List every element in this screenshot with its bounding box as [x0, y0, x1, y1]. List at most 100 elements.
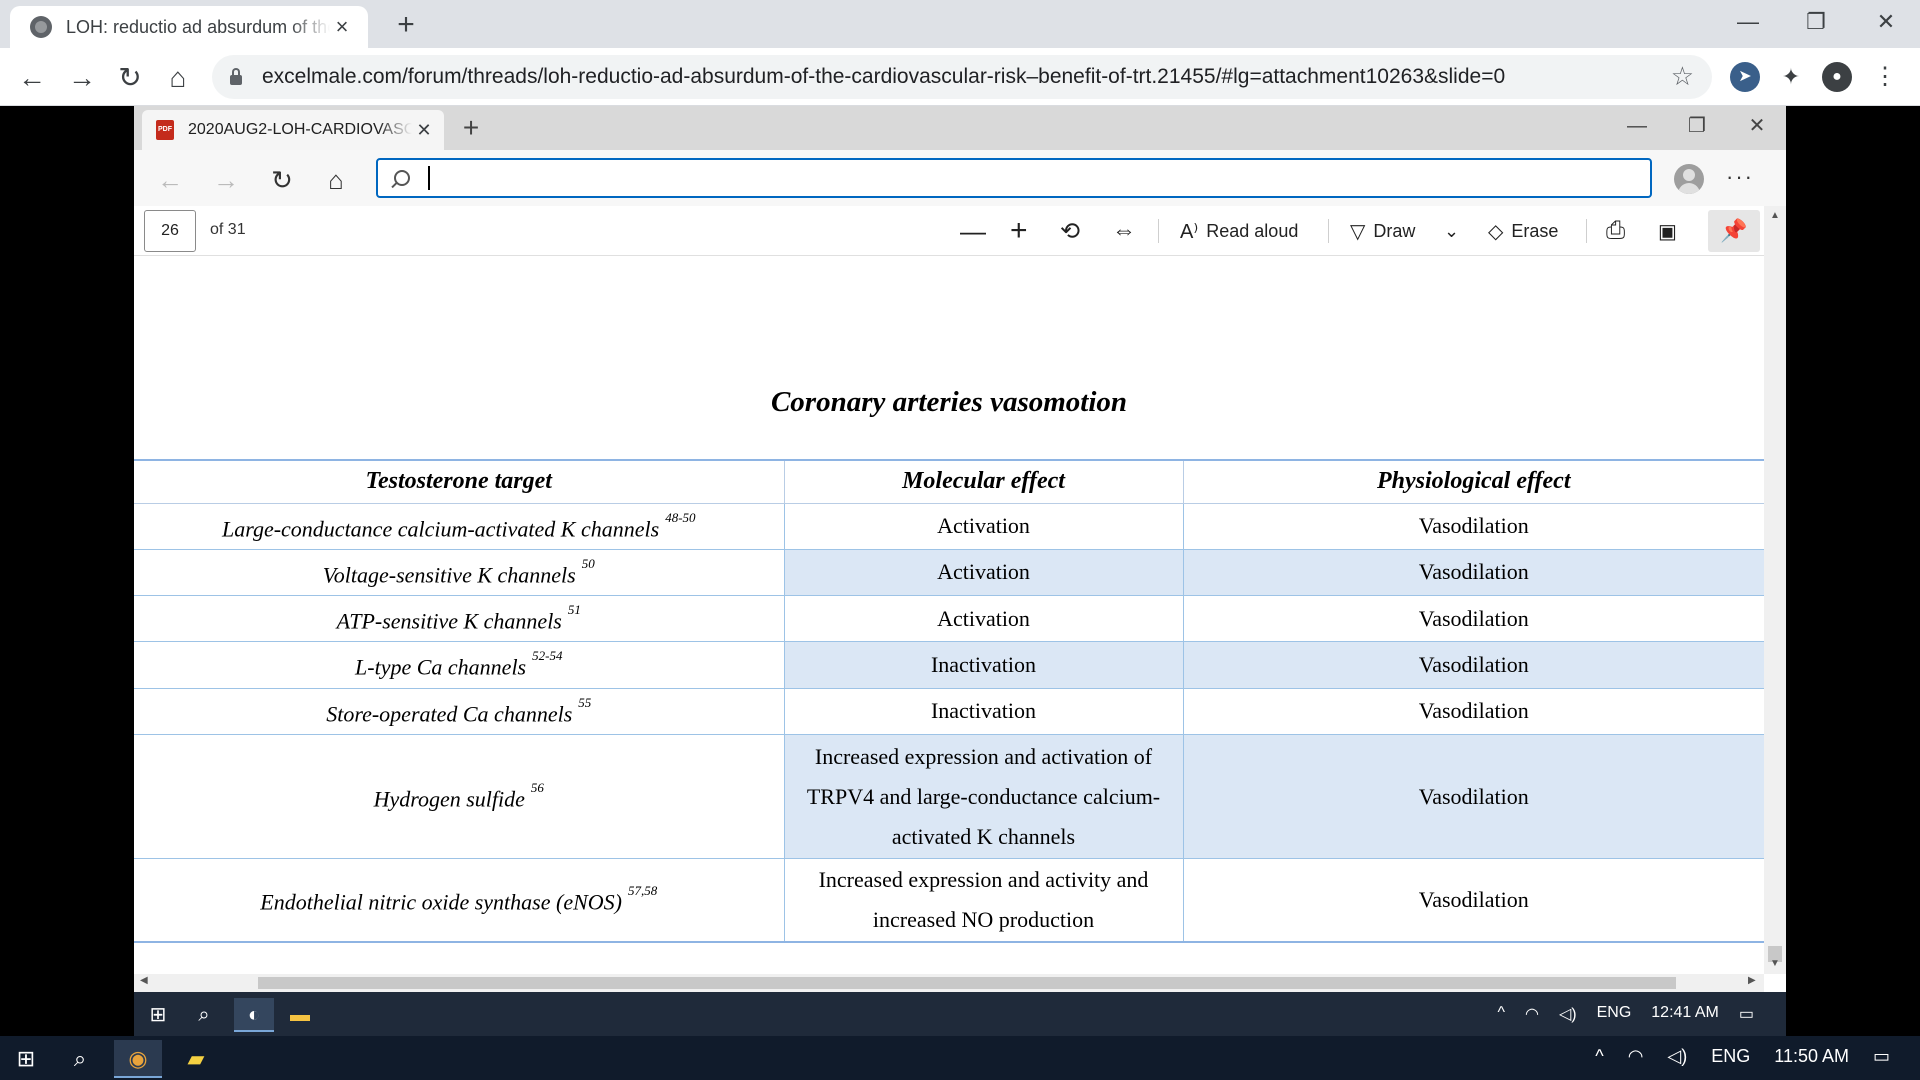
vertical-scrollbar[interactable]: ▲ ▼ [1764, 206, 1786, 974]
edge-more-menu-button[interactable]: ··· [1726, 164, 1754, 190]
fit-page-icon[interactable]: ⇔ [1112, 214, 1144, 248]
edge-tab-title: 2020AUG2-LOH-CARDIOVASCULAR [188, 121, 412, 138]
tray-chevron-icon[interactable]: ^ [1595, 1046, 1603, 1067]
chrome-taskbar-icon[interactable]: ◉ [114, 1040, 162, 1078]
globe-icon [30, 16, 52, 38]
bookmark-star-icon[interactable]: ☆ [1671, 61, 1694, 92]
scroll-up-arrow-icon[interactable]: ▲ [1764, 210, 1786, 221]
chrome-close-button[interactable]: ✕ [1866, 4, 1906, 40]
header-molecular-effect: Molecular effect [783, 459, 1184, 504]
toolbar-separator [1586, 219, 1587, 243]
edge-forward-button[interactable]: → [206, 160, 246, 200]
chrome-omnibox[interactable]: excelmale.com/forum/threads/loh-reductio… [212, 55, 1712, 99]
windows-start-icon[interactable]: ⊞ [138, 998, 178, 1032]
search-icon[interactable]: ⌕ [56, 1040, 104, 1078]
inner-language-indicator[interactable]: ENG [1597, 1004, 1632, 1024]
edge-back-button[interactable]: ← [150, 160, 190, 200]
outer-clock[interactable]: 11:50 AM [1774, 1046, 1849, 1067]
windows-start-icon[interactable]: ⊞ [2, 1040, 50, 1078]
physiological-effect-cell: Vasodilation [1182, 502, 1764, 550]
chrome-restore-button[interactable]: ❐ [1796, 4, 1836, 40]
profile-avatar-icon[interactable]: ● [1822, 62, 1852, 92]
pdf-page-viewport[interactable]: Coronary arteries vasomotion Testosteron… [134, 256, 1764, 974]
scroll-left-arrow-icon[interactable]: ◀ [140, 975, 148, 986]
physiological-effect-cell: Vasodilation [1182, 641, 1764, 689]
file-explorer-icon[interactable]: ▬ [280, 998, 320, 1032]
edge-minimize-button[interactable]: — [1614, 108, 1660, 144]
chrome-minimize-button[interactable]: — [1728, 4, 1768, 40]
chrome-tab-close-button[interactable]: × [330, 14, 354, 40]
outer-language-indicator[interactable]: ENG [1711, 1046, 1750, 1067]
horizontal-scroll-thumb[interactable] [258, 977, 1676, 989]
outer-taskbar: ⊞ ⌕ ◉ ▰ ^ ◠ ◁) ENG 11:50 AM ▭ [0, 1036, 1920, 1080]
extensions-puzzle-icon[interactable]: ✦ [1776, 62, 1806, 92]
zoom-out-button[interactable]: — [960, 214, 986, 248]
table-row: Store-operated Ca channels 55 Inactivatio… [134, 687, 1764, 736]
table-row: Hydrogen sulfide 56 Increased expression … [134, 734, 1764, 860]
eraser-icon: ◇ [1488, 220, 1504, 243]
sticky-notes-icon[interactable]: ▰ [172, 1040, 220, 1078]
edge-new-tab-button[interactable]: + [456, 112, 486, 144]
wifi-icon[interactable]: ◠ [1628, 1046, 1644, 1067]
search-icon [394, 170, 410, 186]
chrome-forward-button[interactable]: → [62, 58, 102, 98]
physiological-effect-cell: Vasodilation [1182, 687, 1764, 736]
molecular-effect-cell: Activation [783, 595, 1184, 643]
chrome-new-tab-button[interactable]: + [390, 8, 422, 42]
target-cell: Large-conductance calcium-activated K ch… [134, 502, 785, 550]
edge-restore-button[interactable]: ❐ [1674, 108, 1720, 144]
header-physiological-effect: Physiological effect [1182, 459, 1764, 504]
page-number-input[interactable] [144, 210, 196, 252]
lock-icon[interactable] [230, 68, 242, 85]
read-aloud-button[interactable]: A⁾ Read aloud [1180, 214, 1298, 248]
volume-icon[interactable]: ◁) [1559, 1004, 1577, 1024]
reference-superscript: 57,58 [627, 883, 658, 899]
edge-address-input[interactable] [434, 163, 1650, 193]
scroll-down-arrow-icon[interactable]: ▼ [1764, 958, 1786, 969]
action-center-icon[interactable]: ▭ [1873, 1046, 1890, 1067]
print-icon[interactable]: ⎙ [1606, 214, 1633, 248]
edge-home-button[interactable]: ⌂ [316, 160, 356, 200]
molecular-effect-cell: Inactivation [783, 687, 1184, 736]
reference-superscript: 55 [578, 694, 592, 710]
chrome-tab-active[interactable]: LOH: reductio ad absurdum of the cardiov… [10, 6, 368, 48]
text-caret [428, 166, 430, 190]
edge-address-bar[interactable] [376, 158, 1652, 198]
erase-button[interactable]: ◇ Erase [1488, 214, 1558, 248]
tray-chevron-icon[interactable]: ^ [1497, 1004, 1505, 1024]
edge-close-button[interactable]: ✕ [1734, 108, 1780, 144]
physiological-effect-cell: Vasodilation [1182, 548, 1764, 597]
notification-icon[interactable]: ▭ [1739, 1004, 1754, 1024]
rotate-icon[interactable]: ⟲ [1060, 214, 1088, 248]
reference-superscript: 52-54 [532, 648, 563, 664]
edge-tab-active[interactable]: PDF 2020AUG2-LOH-CARDIOVASCULAR ✕ [142, 110, 444, 150]
scroll-right-arrow-icon[interactable]: ▶ [1748, 975, 1756, 986]
extension-cursor-icon[interactable]: ➤ [1730, 62, 1760, 92]
edge-taskbar-icon[interactable]: ◐ [234, 998, 274, 1032]
chrome-url-text[interactable]: excelmale.com/forum/threads/loh-reductio… [262, 65, 1505, 89]
edge-profile-avatar[interactable] [1674, 164, 1704, 194]
chrome-reload-button[interactable]: ↻ [110, 58, 150, 98]
inner-taskbar: ⊞ ⌕ ◐ ▬ ^ ◠ ◁) ENG 12:41 AM ▭ [134, 992, 1786, 1036]
chrome-menu-button[interactable]: ⋮ [1870, 62, 1900, 92]
draw-label: Draw [1373, 220, 1416, 241]
pdf-toolbar: of 31 — + ⟲ ⇔ A⁾ Read aloud ▽ Draw ⌄ ◇ E… [134, 206, 1764, 256]
wifi-icon[interactable]: ◠ [1525, 1004, 1539, 1024]
target-text: Large-conductance calcium-activated K ch… [221, 515, 660, 541]
chrome-home-button[interactable]: ⌂ [158, 58, 198, 98]
volume-icon[interactable]: ◁) [1667, 1046, 1687, 1067]
draw-button[interactable]: ▽ Draw [1350, 214, 1415, 248]
target-text: Hydrogen sulfide [373, 786, 525, 812]
chrome-back-button[interactable]: ← [12, 58, 52, 98]
inner-clock[interactable]: 12:41 AM [1651, 1004, 1719, 1024]
edge-tab-close-button[interactable]: ✕ [412, 120, 436, 141]
target-text: Voltage-sensitive K channels [322, 562, 576, 588]
horizontal-scrollbar[interactable]: ◀ ▶ [134, 974, 1764, 992]
zoom-in-button[interactable]: + [1010, 214, 1028, 248]
target-text: ATP-sensitive K channels [336, 608, 562, 634]
pin-toolbar-icon[interactable]: 📌 [1708, 210, 1760, 252]
save-icon[interactable]: ▣ [1658, 214, 1685, 248]
search-icon[interactable]: ⌕ [184, 998, 224, 1032]
draw-options-chevron-icon[interactable]: ⌄ [1444, 214, 1459, 248]
edge-refresh-button[interactable]: ↻ [262, 160, 302, 200]
